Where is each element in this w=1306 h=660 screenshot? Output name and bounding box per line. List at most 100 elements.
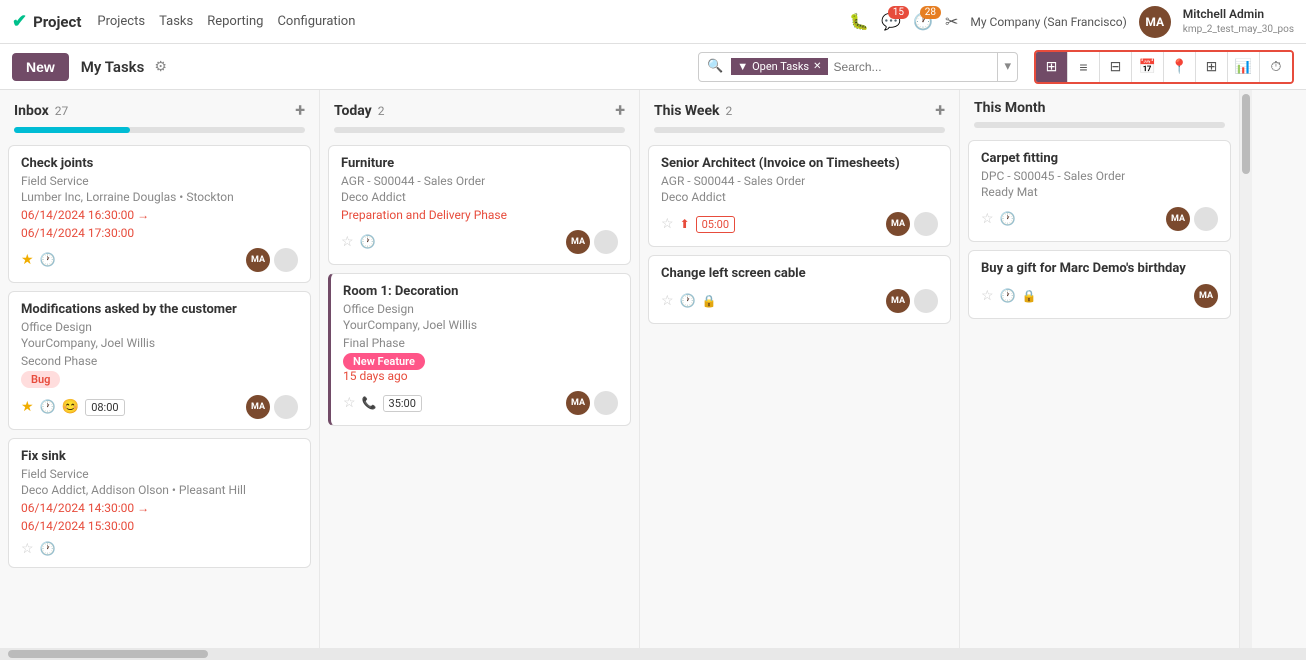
card-title: Senior Architect (Invoice on Timesheets) (661, 156, 938, 171)
inbox-cards: Check joints Field Service Lumber Inc, L… (0, 141, 319, 660)
vertical-scrollbar[interactable] (1240, 90, 1252, 660)
card-footer: ☆ ⬆ 05:00 MA (661, 212, 938, 236)
card-title: Change left screen cable (661, 266, 938, 281)
star-icon[interactable]: ☆ (661, 293, 674, 309)
card-carpet-fitting[interactable]: Carpet fitting DPC - S00045 - Sales Orde… (968, 140, 1231, 242)
avatar-spacer: MA (886, 289, 938, 313)
clock-icon[interactable]: 🕐 (680, 294, 696, 309)
app-logo[interactable]: ✔ Project (12, 11, 81, 32)
new-feature-badge: New Feature (343, 353, 425, 370)
clock-icon[interactable]: 🕐 (40, 542, 56, 557)
card-title: Fix sink (21, 449, 298, 464)
avatar-circle (594, 391, 618, 415)
search-input[interactable] (828, 60, 998, 74)
nav-configuration[interactable]: Configuration (277, 14, 355, 29)
star-icon[interactable]: ☆ (341, 234, 354, 250)
avatar: MA (566, 230, 590, 254)
new-button[interactable]: New (12, 53, 69, 81)
filter-label: Open Tasks (752, 60, 809, 73)
clock-icon[interactable]: 🕐 (40, 253, 56, 268)
bug-icon[interactable]: 🐛 (849, 12, 869, 31)
col-add-inbox[interactable]: + (295, 100, 305, 121)
star-icon[interactable]: ☆ (21, 541, 34, 557)
card-senior-architect[interactable]: Senior Architect (Invoice on Timesheets)… (648, 145, 951, 247)
map-view-button[interactable]: 📍 (1164, 52, 1196, 82)
card-sub2: Lumber Inc, Lorraine Douglas • Stockton (21, 190, 298, 204)
col-header-thisweek: This Week 2 + (640, 90, 959, 127)
date1: 06/14/2024 14:30:00 → (21, 501, 149, 515)
card-subtitle: AGR - S00044 - Sales Order (661, 174, 938, 188)
col-header-inbox: Inbox 27 + (0, 90, 319, 127)
calendar-view-button[interactable]: 📅 (1132, 52, 1164, 82)
kanban-view-button[interactable]: ⊞ (1036, 52, 1068, 82)
clock-icon[interactable]: 🕐 (1000, 289, 1016, 304)
star-icon[interactable]: ☆ (981, 211, 994, 227)
timer-view-button[interactable]: ⏱ (1260, 52, 1292, 82)
card-title: Carpet fitting (981, 151, 1218, 166)
search-dropdown-icon[interactable]: ▾ (997, 53, 1017, 81)
star-icon[interactable]: ★ (21, 399, 34, 415)
card-sub2: Deco Addict (341, 190, 618, 204)
upload-icon: ⬆ (680, 217, 690, 231)
clock-icon[interactable]: 🕐 (1000, 212, 1016, 227)
nav-tasks[interactable]: Tasks (159, 14, 193, 29)
card-footer: ☆ 🕐 🔒 MA (661, 289, 938, 313)
toolbar: New My Tasks ⚙ 🔍 ▼ Open Tasks ✕ ▾ ⊞ ≡ ⊟ … (0, 44, 1306, 90)
filter-close-icon[interactable]: ✕ (813, 61, 821, 72)
card-title: Furniture (341, 156, 618, 171)
thisweek-progress-wrap (654, 127, 945, 133)
horizontal-scrollbar[interactable] (0, 648, 1306, 660)
scrollbar-thumb[interactable] (8, 650, 208, 658)
split-view-button[interactable]: ⊟ (1100, 52, 1132, 82)
time-badge: 08:00 (85, 399, 124, 416)
nav-projects[interactable]: Projects (97, 14, 145, 29)
inbox-progress-bar (14, 127, 130, 133)
avatar: MA (886, 289, 910, 313)
clock-icon[interactable]: 🕐 (360, 235, 376, 250)
card-phase[interactable]: Preparation and Delivery Phase (341, 208, 618, 222)
card-footer: ☆ 🕐 MA (981, 207, 1218, 231)
card-fix-sink[interactable]: Fix sink Field Service Deco Addict, Addi… (8, 438, 311, 568)
col-count-inbox: 27 (55, 104, 69, 118)
card-sub2: Deco Addict, Addison Olson • Pleasant Hi… (21, 483, 298, 497)
chart-view-button[interactable]: 📊 (1228, 52, 1260, 82)
col-add-today[interactable]: + (615, 100, 625, 121)
card-room1-decoration[interactable]: Room 1: Decoration Office Design YourCom… (328, 273, 631, 426)
settings-gear-icon[interactable]: ⚙ (154, 59, 167, 75)
star-icon[interactable]: ☆ (981, 288, 994, 304)
user-avatar[interactable]: MA (1139, 6, 1171, 38)
star-icon[interactable]: ☆ (343, 395, 356, 411)
card-footer: ★ 🕐 MA (21, 248, 298, 272)
clock-icon[interactable]: 🕐 (40, 400, 56, 415)
card-subtitle: AGR - S00044 - Sales Order (341, 174, 618, 188)
kanban-col-thismonth: This Month Carpet fitting DPC - S00045 -… (960, 90, 1240, 660)
chat-badge: 15 (888, 6, 909, 19)
avatar: MA (1194, 284, 1218, 308)
card-sub2: Ready Mat (981, 185, 1218, 199)
search-bar: 🔍 ▼ Open Tasks ✕ ▾ (698, 52, 1018, 82)
card-gift-birthday[interactable]: Buy a gift for Marc Demo's birthday ☆ 🕐 … (968, 250, 1231, 319)
card-screen-cable[interactable]: Change left screen cable ☆ 🕐 🔒 MA (648, 255, 951, 324)
logo-check-icon: ✔ (12, 11, 27, 32)
user-info: Mitchell Admin kmp_2_test_may_30_pos (1183, 7, 1294, 36)
date1: 06/14/2024 16:30:00 → (21, 208, 149, 222)
star-icon[interactable]: ★ (21, 252, 34, 268)
wrench-icon[interactable]: ✂ (945, 12, 958, 31)
today-cards: Furniture AGR - S00044 - Sales Order Dec… (320, 141, 639, 660)
days-ago: 15 days ago (343, 369, 618, 383)
col-add-thisweek[interactable]: + (935, 100, 945, 121)
col-count-today: 2 (378, 104, 385, 118)
list-view-button[interactable]: ≡ (1068, 52, 1100, 82)
card-modifications[interactable]: Modifications asked by the customer Offi… (8, 291, 311, 430)
card-sub3: Final Phase (343, 336, 618, 350)
star-icon[interactable]: ☆ (661, 216, 674, 232)
grid-view-button[interactable]: ⊞ (1196, 52, 1228, 82)
search-filter-tag[interactable]: ▼ Open Tasks ✕ (731, 58, 827, 75)
clock-icon[interactable]: 🕐 28 (913, 12, 933, 31)
card-furniture[interactable]: Furniture AGR - S00044 - Sales Order Dec… (328, 145, 631, 265)
avatar-circle (1194, 207, 1218, 231)
card-check-joints[interactable]: Check joints Field Service Lumber Inc, L… (8, 145, 311, 283)
chat-icon[interactable]: 💬 15 (881, 12, 901, 31)
top-navigation: ✔ Project Projects Tasks Reporting Confi… (0, 0, 1306, 44)
nav-reporting[interactable]: Reporting (207, 14, 263, 29)
